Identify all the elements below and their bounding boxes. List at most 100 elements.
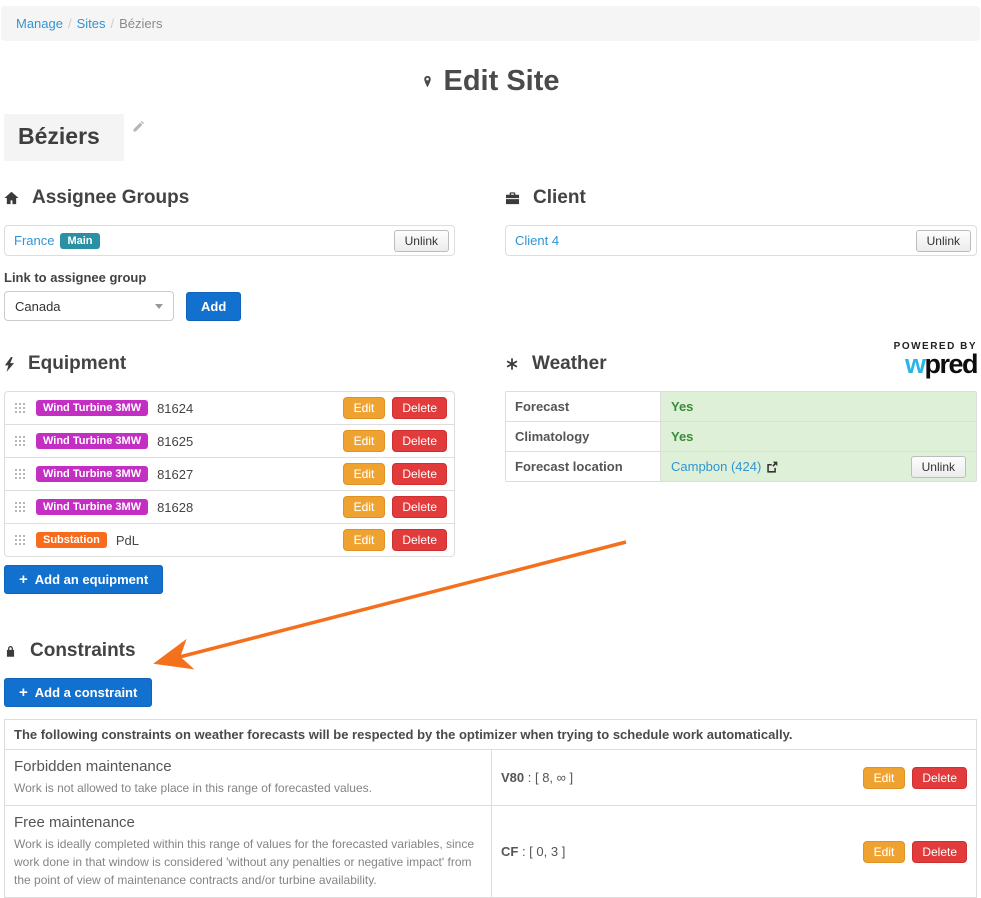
edit-equipment-button[interactable]: Edit — [343, 430, 386, 452]
forecast-location-link[interactable]: Campbon (424) — [671, 459, 761, 474]
constraint-value-cell: V80 : [ 8, ∞ ] Edit Delete — [492, 750, 976, 805]
equipment-list: Wind Turbine 3MW 81624 Edit Delete Wind … — [4, 391, 455, 557]
plus-icon: + — [19, 572, 28, 587]
lock-icon — [4, 644, 17, 659]
middle-sections: Equipment Wind Turbine 3MW 81624 Edit De… — [4, 351, 977, 594]
forecast-location-cell: Campbon (424) Unlink — [661, 452, 976, 481]
constraint-row-actions: Edit Delete — [863, 767, 967, 789]
breadcrumb-link-sites[interactable]: Sites — [77, 16, 106, 31]
edit-pencil-icon[interactable] — [132, 120, 145, 138]
add-constraint-label: Add a constraint — [35, 685, 138, 700]
drag-handle-icon[interactable] — [15, 502, 26, 513]
client-section: Client Client 4 Unlink — [505, 185, 977, 321]
constraint-range: : [ 0, 3 ] — [518, 844, 565, 859]
main-badge: Main — [60, 233, 99, 249]
weather-heading-text: Weather — [532, 351, 607, 377]
equipment-row: Wind Turbine 3MW 81627 Edit Delete — [5, 457, 454, 490]
delete-equipment-button[interactable]: Delete — [392, 529, 447, 551]
edit-equipment-button[interactable]: Edit — [343, 529, 386, 551]
chevron-down-icon — [155, 304, 163, 309]
assignee-group-select[interactable]: Canada — [4, 291, 174, 321]
top-sections: Assignee Groups France Main Unlink Link … — [4, 185, 977, 321]
unlink-assignee-group-button[interactable]: Unlink — [394, 230, 449, 252]
weather-row-forecast-location: Forecast location Campbon (424) Unlink — [506, 451, 976, 481]
equipment-section: Equipment Wind Turbine 3MW 81624 Edit De… — [4, 351, 455, 594]
home-icon — [4, 191, 19, 205]
equipment-name: 81628 — [157, 500, 193, 515]
client-link[interactable]: Client 4 — [515, 233, 559, 248]
delete-equipment-button[interactable]: Delete — [392, 397, 447, 419]
edit-site-page: Manage/Sites/Béziers Edit Site Béziers A… — [0, 0, 981, 898]
edit-equipment-button[interactable]: Edit — [343, 496, 386, 518]
equipment-row-actions: Edit Delete — [343, 529, 447, 551]
drag-handle-icon[interactable] — [15, 403, 26, 414]
constraints-table-header: The following constraints on weather for… — [5, 720, 976, 750]
delete-equipment-button[interactable]: Delete — [392, 430, 447, 452]
constraints-heading: Constraints — [4, 638, 977, 664]
assignee-groups-heading-text: Assignee Groups — [32, 185, 189, 211]
equipment-type-badge: Wind Turbine 3MW — [36, 466, 148, 482]
equipment-row: Wind Turbine 3MW 81624 Edit Delete — [5, 392, 454, 424]
equipment-type-badge: Substation — [36, 532, 107, 548]
constraint-variable: CF — [501, 844, 518, 859]
equipment-name: 81625 — [157, 434, 193, 449]
constraint-row: Forbidden maintenance Work is not allowe… — [5, 750, 976, 805]
equipment-row: Substation PdL Edit Delete — [5, 523, 454, 556]
add-constraint-button[interactable]: + Add a constraint — [4, 678, 152, 707]
add-assignee-group-button[interactable]: Add — [186, 292, 241, 321]
plus-icon: + — [19, 685, 28, 700]
edit-equipment-button[interactable]: Edit — [343, 463, 386, 485]
site-name: Béziers — [4, 114, 124, 161]
page-title-text: Edit Site — [443, 65, 559, 98]
equipment-row-actions: Edit Delete — [343, 397, 447, 419]
delete-constraint-button[interactable]: Delete — [912, 841, 967, 863]
edit-equipment-button[interactable]: Edit — [343, 397, 386, 419]
breadcrumb-separator: / — [68, 16, 72, 31]
forecast-value-cell: Yes — [661, 392, 976, 421]
constraint-description-cell: Free maintenance Work is ideally complet… — [5, 806, 492, 897]
link-assignee-group-controls: Canada Add — [4, 291, 455, 321]
drag-handle-icon[interactable] — [15, 436, 26, 447]
drag-handle-icon[interactable] — [15, 469, 26, 480]
edit-constraint-button[interactable]: Edit — [863, 767, 906, 789]
assignee-group-link[interactable]: France — [14, 233, 54, 248]
site-name-row: Béziers — [4, 114, 977, 161]
climatology-value-cell: Yes — [661, 422, 976, 451]
equipment-name: 81627 — [157, 467, 193, 482]
constraint-description: Work is not allowed to take place in thi… — [14, 779, 482, 797]
forecast-value: Yes — [671, 399, 693, 414]
edit-constraint-button[interactable]: Edit — [863, 841, 906, 863]
client-row: Client 4 Unlink — [505, 225, 977, 256]
add-equipment-button[interactable]: + Add an equipment — [4, 565, 163, 594]
equipment-heading-text: Equipment — [28, 351, 126, 377]
breadcrumb-link-manage[interactable]: Manage — [16, 16, 63, 31]
unlink-client-button[interactable]: Unlink — [916, 230, 971, 252]
equipment-type-badge: Wind Turbine 3MW — [36, 400, 148, 416]
breadcrumb: Manage/Sites/Béziers — [1, 6, 980, 41]
bolt-icon — [4, 357, 15, 372]
delete-constraint-button[interactable]: Delete — [912, 767, 967, 789]
link-assignee-group-label: Link to assignee group — [4, 270, 455, 285]
drag-handle-icon[interactable] — [15, 535, 26, 546]
forecast-label: Forecast — [506, 392, 661, 421]
constraint-row-actions: Edit Delete — [863, 841, 967, 863]
constraint-description: Work is ideally completed within this ra… — [14, 835, 482, 889]
assignee-group-select-value: Canada — [15, 299, 61, 314]
forecast-location-label: Forecast location — [506, 452, 661, 481]
unlink-forecast-location-button[interactable]: Unlink — [911, 456, 966, 478]
equipment-row: Wind Turbine 3MW 81628 Edit Delete — [5, 490, 454, 523]
assignee-groups-section: Assignee Groups France Main Unlink Link … — [4, 185, 455, 321]
constraint-title: Forbidden maintenance — [14, 758, 482, 775]
delete-equipment-button[interactable]: Delete — [392, 496, 447, 518]
weather-heading: Weather — [505, 351, 977, 377]
delete-equipment-button[interactable]: Delete — [392, 463, 447, 485]
equipment-type-badge: Wind Turbine 3MW — [36, 499, 148, 515]
constraints-section: Constraints + Add a constraint The follo… — [4, 638, 977, 898]
asterisk-weather-icon — [505, 357, 519, 371]
weather-section: Weather POWERED BY wpred Forecast Yes — [505, 351, 977, 594]
equipment-row-actions: Edit Delete — [343, 496, 447, 518]
equipment-row-actions: Edit Delete — [343, 430, 447, 452]
breadcrumb-separator: / — [111, 16, 115, 31]
constraints-heading-text: Constraints — [30, 638, 136, 664]
equipment-type-badge: Wind Turbine 3MW — [36, 433, 148, 449]
